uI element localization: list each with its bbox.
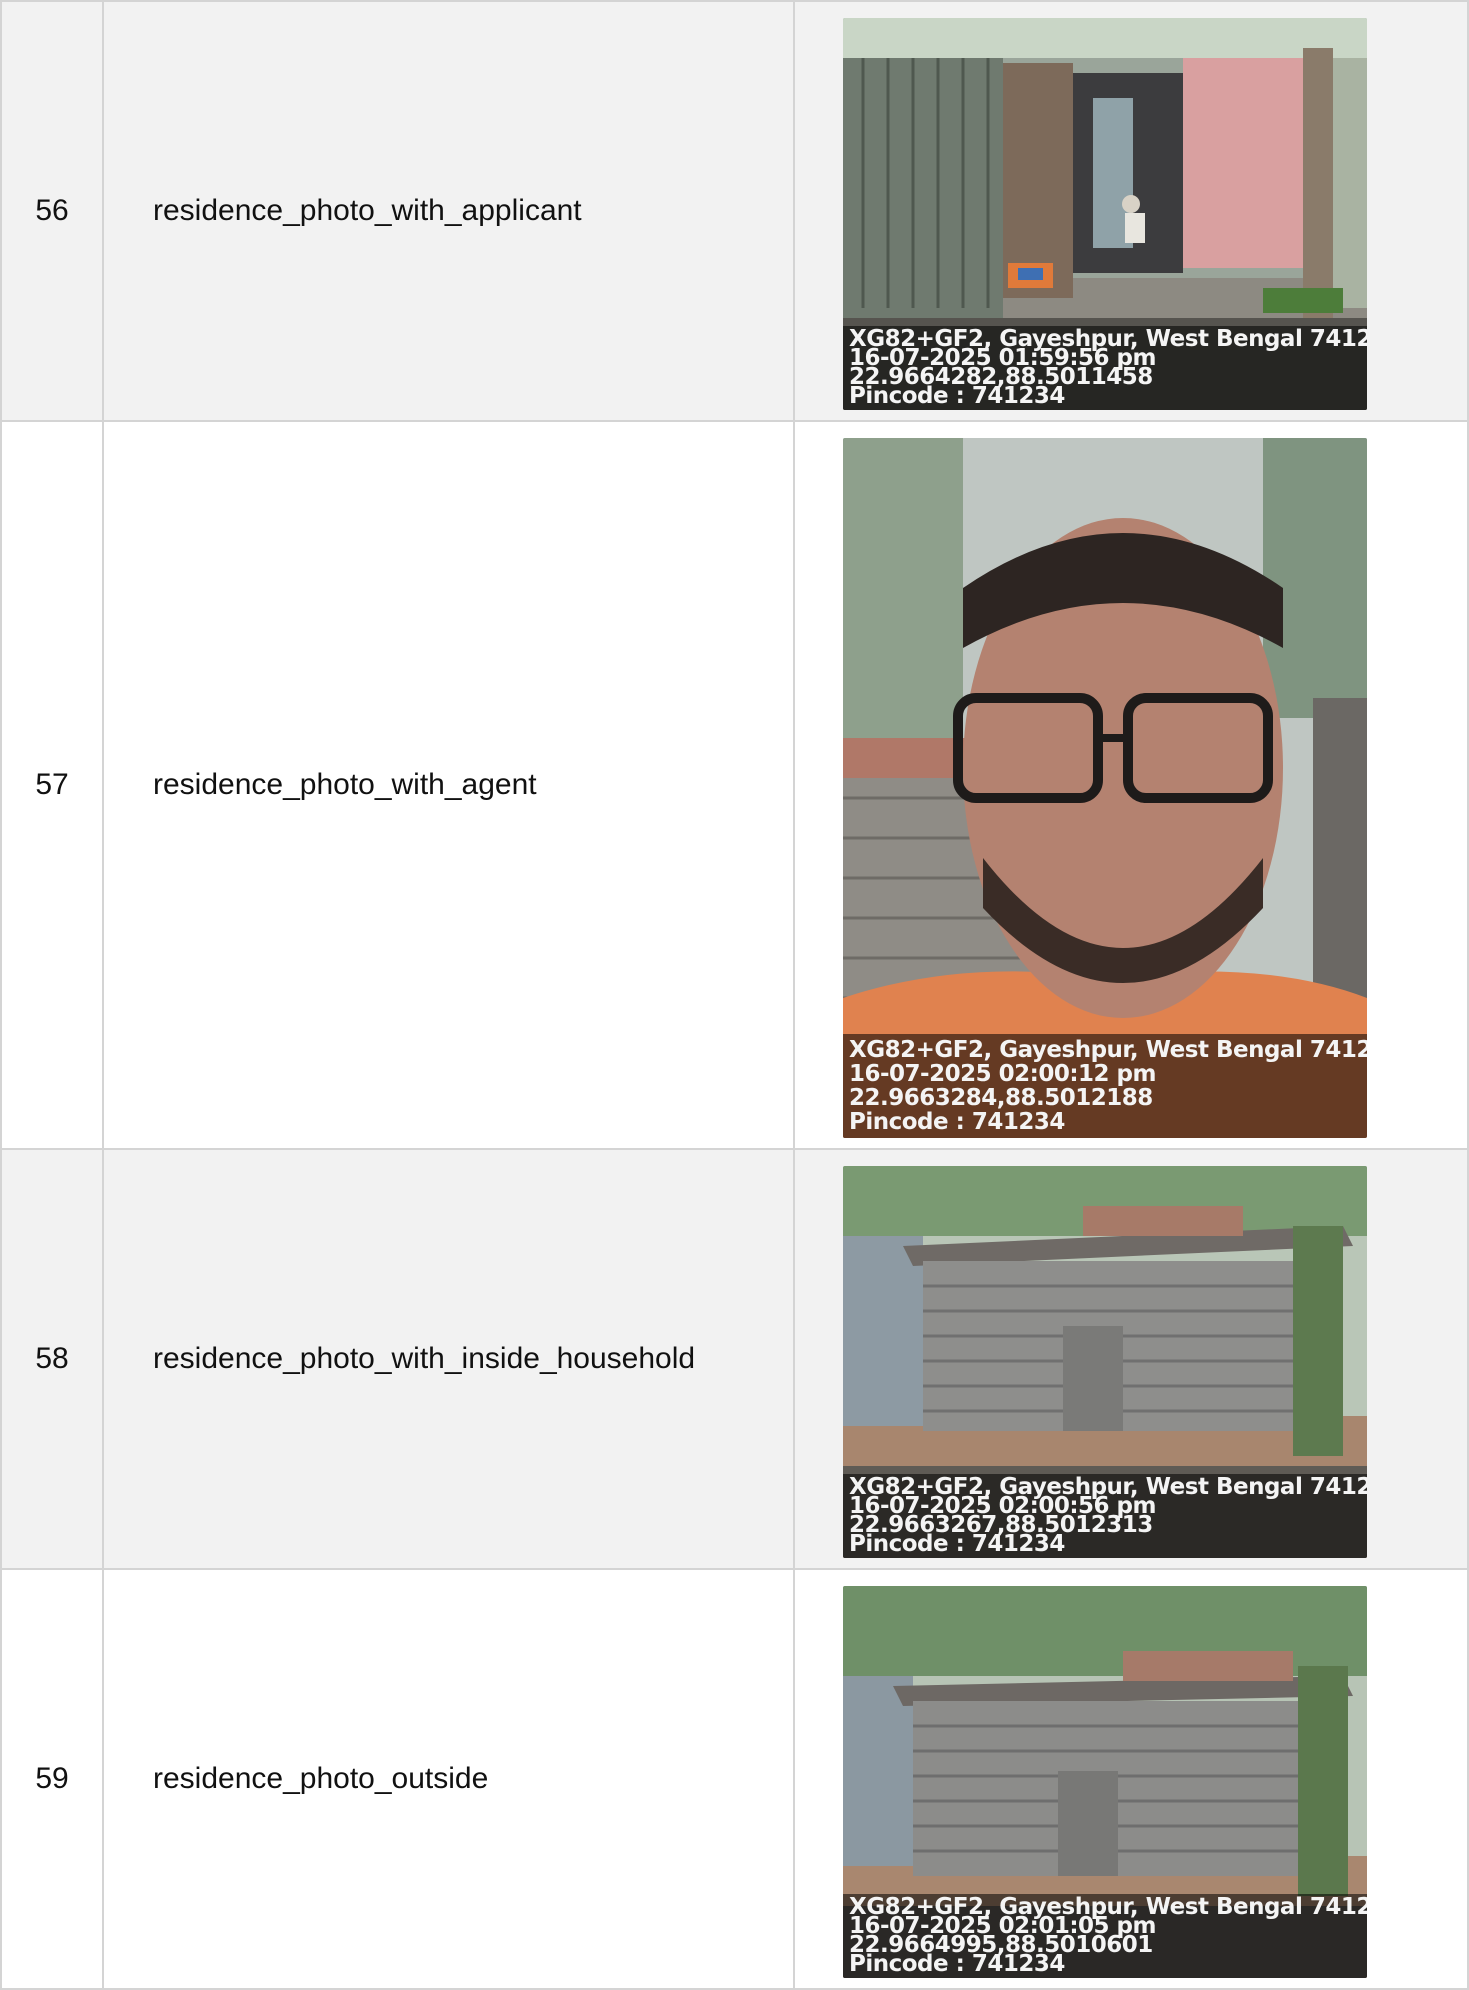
photo-cell: XG82+GF2, Gayeshpur, West Bengal 741234 … xyxy=(793,1148,1469,1570)
stamp-coords: 22.9663284,88.5012188 xyxy=(849,1085,1153,1111)
photo-cell: XG82+GF2, Gayeshpur, West Bengal 741234,… xyxy=(793,420,1469,1150)
residence-photo-inside-household: XG82+GF2, Gayeshpur, West Bengal 741234 … xyxy=(843,1166,1367,1558)
stamp-datetime: 16-07-2025 02:00:12 pm xyxy=(849,1061,1156,1087)
residence-photo-outside: XG82+GF2, Gayeshpur, West Bengal 741234 … xyxy=(843,1586,1367,1978)
table-row: 56 residence_photo_with_applicant XG82+G… xyxy=(0,0,1469,422)
photo-cell: XG82+GF2, Gayeshpur, West Bengal 741234 … xyxy=(793,0,1469,422)
photo-geo-stamp: XG82+GF2, Gayeshpur, West Bengal 741234,… xyxy=(843,1034,1367,1138)
row-number: 56 xyxy=(0,0,104,422)
row-number: 59 xyxy=(0,1568,104,1990)
photo-geo-stamp: XG82+GF2, Gayeshpur, West Bengal 741234 … xyxy=(843,1474,1367,1558)
residence-photo-table: 56 residence_photo_with_applicant XG82+G… xyxy=(0,0,1469,1990)
table-row: 59 residence_photo_outside XG82+GF2, Gay… xyxy=(0,1568,1469,1990)
stamp-pincode: Pincode : 741234 xyxy=(849,1109,1065,1135)
photo-geo-stamp: XG82+GF2, Gayeshpur, West Bengal 741234 … xyxy=(843,1894,1367,1978)
table-row: 57 residence_photo_with_agent XG82+GF2, … xyxy=(0,420,1469,1150)
residence-photo-agent: XG82+GF2, Gayeshpur, West Bengal 741234,… xyxy=(843,438,1367,1138)
photo-field-label: residence_photo_with_inside_household xyxy=(102,1148,795,1570)
photo-field-label: residence_photo_outside xyxy=(102,1568,795,1990)
photo-illustration xyxy=(843,438,1367,1138)
photo-field-label: residence_photo_with_agent xyxy=(102,420,795,1150)
stamp-address: XG82+GF2, Gayeshpur, West Bengal 741234, xyxy=(849,1037,1367,1063)
photo-geo-stamp: XG82+GF2, Gayeshpur, West Bengal 741234 … xyxy=(843,326,1367,410)
photo-field-label: residence_photo_with_applicant xyxy=(102,0,795,422)
row-number: 57 xyxy=(0,420,104,1150)
residence-photo-applicant: XG82+GF2, Gayeshpur, West Bengal 741234 … xyxy=(843,18,1367,410)
photo-cell: XG82+GF2, Gayeshpur, West Bengal 741234 … xyxy=(793,1568,1469,1990)
table-row: 58 residence_photo_with_inside_household xyxy=(0,1148,1469,1570)
row-number: 58 xyxy=(0,1148,104,1570)
